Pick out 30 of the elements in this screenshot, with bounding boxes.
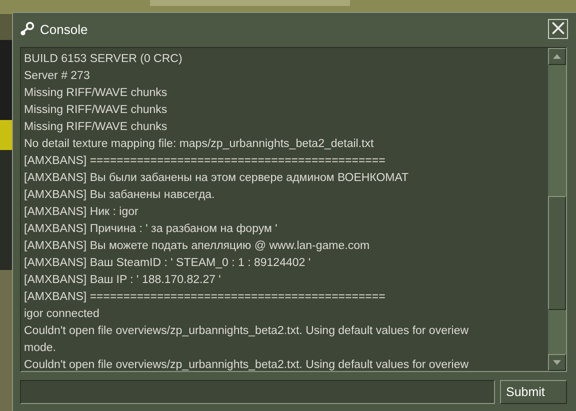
up-triangle-icon — [553, 54, 561, 59]
console-line: mode. — [24, 341, 56, 356]
command-input[interactable] — [20, 380, 495, 404]
scroll-up-button[interactable] — [548, 48, 566, 65]
console-line: Missing RIFF/WAVE chunks — [24, 120, 168, 135]
scrollbar[interactable] — [548, 48, 566, 371]
submit-button[interactable]: Submit — [500, 380, 567, 404]
console-line: Couldn't open file overviews/zp_urbannights_beta2.txt. Using default values for overiew — [24, 358, 469, 371]
steam-logo-icon — [19, 21, 35, 37]
scroll-down-button[interactable] — [548, 354, 566, 371]
down-triangle-icon — [553, 360, 561, 365]
window-title: Console — [40, 22, 88, 36]
console-line: igor connected — [24, 307, 100, 322]
console-line: Missing RIFF/WAVE chunks — [24, 103, 168, 118]
console-line: [AMXBANS] Ник : igor — [24, 205, 138, 220]
console-line: [AMXBANS] Вы можете подать апелляцию @ www.lan-game.com — [24, 239, 370, 254]
console-line: No detail texture mapping file: maps/zp_urbannights_beta2_detail.txt — [24, 137, 374, 152]
console-line: [AMXBANS] Ваш SteamID : ' STEAM_0 : 1 : 89124402 ' — [24, 256, 311, 271]
console-line: [AMXBANS] Причина : ' за разбаном на форум ' — [24, 222, 278, 237]
console-line: [AMXBANS] Вы были забанены на этом сервере админом ВОЕНКОМАТ — [24, 171, 409, 186]
scrollbar-thumb[interactable] — [548, 196, 566, 310]
close-button[interactable]: × — [548, 19, 568, 39]
console-line: [AMXBANS] Ваш IP : ' 188.170.82.27 ' — [24, 273, 221, 288]
console-line: [AMXBANS] ============================================ — [24, 290, 386, 305]
console-line: Missing RIFF/WAVE chunks — [24, 86, 168, 101]
console-line: Server # 273 — [24, 69, 90, 84]
console-line: [AMXBANS] Вы забанены навсегда. — [24, 188, 215, 203]
console-line: [AMXBANS] ============================================ — [24, 154, 386, 169]
console-line: Couldn't open file overviews/zp_urbannights_beta2.txt. Using default values for overiew — [24, 324, 469, 339]
console-line: BUILD 6153 SERVER (0 CRC) — [24, 52, 182, 67]
